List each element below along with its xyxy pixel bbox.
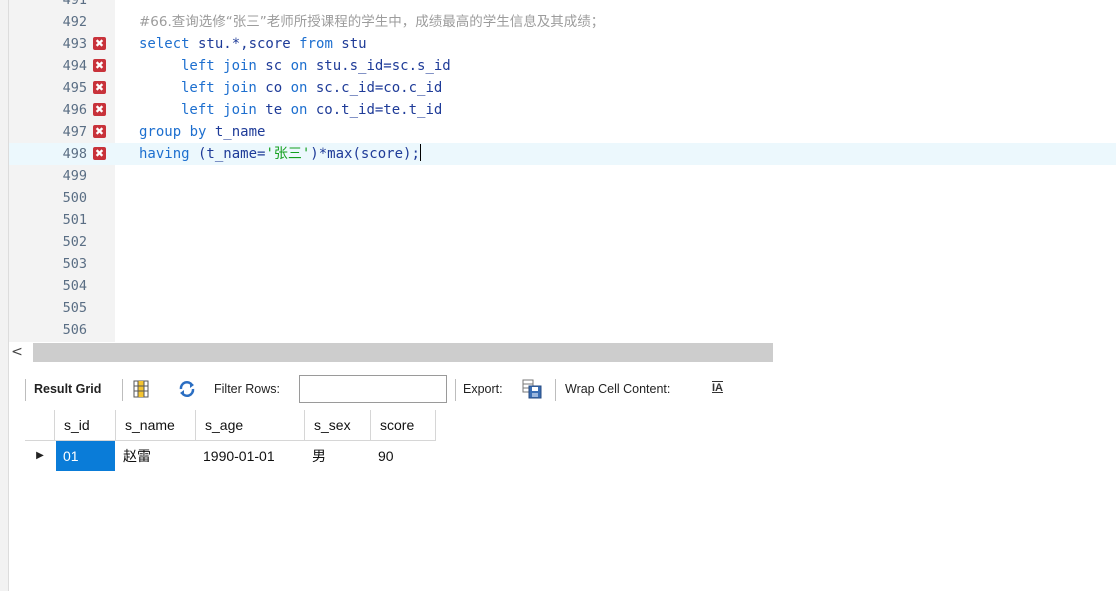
export-icon[interactable] xyxy=(522,379,542,402)
editor-line: 493 ✖ select stu.*,score from stu xyxy=(9,33,1116,55)
editor-line: 499 xyxy=(9,165,1116,187)
line-number: 494 xyxy=(62,58,87,74)
line-number: 506 xyxy=(62,322,87,338)
editor-line: 501 xyxy=(9,209,1116,231)
editor-line: 491 xyxy=(9,0,1116,11)
toolbar-separator xyxy=(555,379,556,401)
scrollbar-thumb[interactable] xyxy=(33,343,773,362)
error-icon[interactable]: ✖ xyxy=(93,103,106,116)
editor-line: 494 ✖ left join sc on stu.s_id=sc.s_id xyxy=(9,55,1116,77)
sql-code: left join te on co.t_id=te.t_id xyxy=(181,102,443,118)
result-toolbar: Result Grid Filter Rows: Export: Wrap Ce… xyxy=(25,375,1116,405)
editor-line-current: 498 ✖ having (t_name='张三')*max(score); xyxy=(9,143,1116,165)
wrap-cell-content-label: Wrap Cell Content: xyxy=(565,382,671,396)
table-cell[interactable]: 赵雷 xyxy=(116,441,196,471)
editor-line: 504 xyxy=(9,275,1116,297)
text-cursor xyxy=(419,144,421,161)
column-header-s-name[interactable]: s_name xyxy=(116,410,196,440)
line-number: 495 xyxy=(62,80,87,96)
sql-code: having (t_name='张三')*max(score); xyxy=(139,144,421,162)
editor-line: 503 xyxy=(9,253,1116,275)
line-number: 496 xyxy=(62,102,87,118)
toolbar-separator xyxy=(455,379,456,401)
table-cell[interactable]: 01 xyxy=(56,441,115,471)
line-number: 498 xyxy=(62,146,87,162)
sql-code: select stu.*,score from stu xyxy=(139,36,367,52)
refresh-icon[interactable] xyxy=(178,380,196,401)
table-cell[interactable]: 1990-01-01 xyxy=(196,441,305,471)
editor-line: 492 #66.查询选修“张三”老师所授课程的学生中，成绩最高的学生信息及其成绩… xyxy=(9,11,1116,33)
editor-line: 505 xyxy=(9,297,1116,319)
toolbar-separator xyxy=(25,379,26,401)
editor-line: 497 ✖ group by t_name xyxy=(9,121,1116,143)
line-number: 499 xyxy=(62,168,87,184)
horizontal-scrollbar[interactable]: < xyxy=(9,342,1116,363)
line-number: 504 xyxy=(62,278,87,294)
sql-code: group by t_name xyxy=(139,124,266,140)
error-icon[interactable]: ✖ xyxy=(93,147,106,160)
line-number: 500 xyxy=(62,190,87,206)
table-cell[interactable]: 男 xyxy=(305,441,371,471)
line-number: 503 xyxy=(62,256,87,272)
row-header-corner xyxy=(25,410,55,440)
line-number: 497 xyxy=(62,124,87,140)
editor-line: 496 ✖ left join te on co.t_id=te.t_id xyxy=(9,99,1116,121)
sql-editor[interactable]: 491 492 #66.查询选修“张三”老师所授课程的学生中，成绩最高的学生信息… xyxy=(9,0,1116,342)
error-icon[interactable]: ✖ xyxy=(93,81,106,94)
grid-header: s_id s_name s_age s_sex score xyxy=(25,410,436,441)
column-header-s-age[interactable]: s_age xyxy=(196,410,305,440)
grid-layout-icon[interactable] xyxy=(133,380,149,401)
editor-line: 500 xyxy=(9,187,1116,209)
column-header-s-id[interactable]: s_id xyxy=(55,410,116,440)
error-icon[interactable]: ✖ xyxy=(93,37,106,50)
editor-line: 506 xyxy=(9,319,1116,341)
filter-rows-label: Filter Rows: xyxy=(214,382,280,396)
editor-line: 502 xyxy=(9,231,1116,253)
result-grid-tab[interactable]: Result Grid xyxy=(34,382,101,396)
sql-comment: #66.查询选修“张三”老师所授课程的学生中，成绩最高的学生信息及其成绩； xyxy=(139,14,605,30)
scroll-left-button[interactable]: < xyxy=(9,342,25,363)
current-row-indicator-icon: ▶ xyxy=(36,450,44,461)
line-number: 491 xyxy=(62,0,87,8)
filter-rows-input[interactable] xyxy=(299,375,447,403)
line-number: 505 xyxy=(62,300,87,316)
editor-line: 495 ✖ left join co on sc.c_id=co.c_id xyxy=(9,77,1116,99)
line-number: 492 xyxy=(62,14,87,30)
toolbar-separator xyxy=(122,379,123,401)
line-number: 502 xyxy=(62,234,87,250)
column-header-s-sex[interactable]: s_sex xyxy=(305,410,371,440)
column-header-score[interactable]: score xyxy=(371,410,436,440)
error-icon[interactable]: ✖ xyxy=(93,59,106,72)
error-icon[interactable]: ✖ xyxy=(93,125,106,138)
export-label: Export: xyxy=(463,382,503,396)
line-number: 493 xyxy=(62,36,87,52)
sql-code: left join sc on stu.s_id=sc.s_id xyxy=(181,58,451,74)
line-number: 501 xyxy=(62,212,87,228)
wrap-cell-icon[interactable]: IA xyxy=(712,382,723,394)
table-row[interactable]: ▶ 01 赵雷 1990-01-01 男 90 xyxy=(25,441,436,471)
table-cell[interactable]: 90 xyxy=(371,441,436,471)
sql-code: left join co on sc.c_id=co.c_id xyxy=(181,80,443,96)
